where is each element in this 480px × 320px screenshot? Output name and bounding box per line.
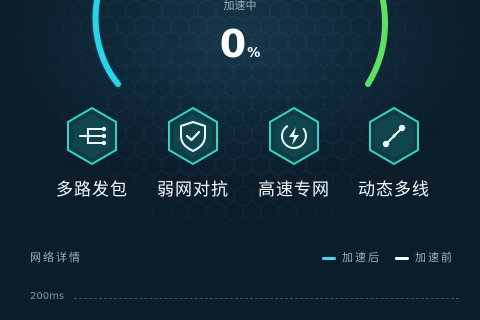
legend-after-acceleration: 加速后 xyxy=(322,249,381,265)
legend-swatch xyxy=(322,256,336,260)
legend-label: 加速前 xyxy=(415,251,454,264)
feature-label: 高速专网 xyxy=(258,180,330,200)
feature-multipath[interactable]: 多路发包 xyxy=(42,104,142,200)
multipath-icon xyxy=(67,106,117,166)
shield-check-icon xyxy=(168,106,218,166)
lightning-icon xyxy=(269,106,319,166)
progress-unit: % xyxy=(247,46,261,61)
gauge-status-text: 加速中 xyxy=(223,0,257,12)
feature-label: 弱网对抗 xyxy=(157,180,229,200)
y-tick-label: 200ms xyxy=(30,291,65,302)
legend-swatch xyxy=(395,256,409,260)
feature-dynamic-multiline[interactable]: 动态多线 xyxy=(344,104,444,200)
feature-label: 多路发包 xyxy=(56,180,128,200)
feature-high-speed[interactable]: 高速专网 xyxy=(244,104,344,200)
feature-label: 动态多线 xyxy=(358,180,430,200)
progress-value: 0 xyxy=(219,22,246,66)
progress-percent: 0% xyxy=(0,22,480,66)
dynamic-link-icon xyxy=(369,106,419,166)
feature-weak-network[interactable]: 弱网对抗 xyxy=(143,104,243,200)
gridline xyxy=(74,298,459,299)
legend-label: 加速后 xyxy=(342,251,381,264)
legend-before-acceleration: 加速前 xyxy=(395,249,454,265)
network-details-title: 网络详情 xyxy=(30,251,82,264)
